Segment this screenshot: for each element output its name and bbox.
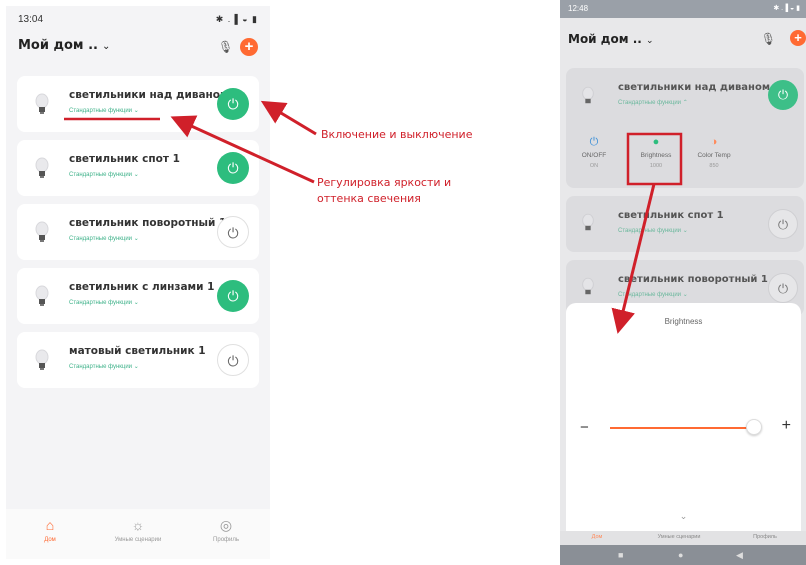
annotation-brightness-line2: оттенка свечения (317, 192, 421, 205)
bulb-icon (35, 221, 49, 242)
bulb-icon (582, 277, 594, 295)
control-value: 1000 (649, 163, 663, 169)
brightness-sheet: Brightness − + ⌄ (566, 303, 801, 531)
standard-functions-link[interactable]: Стандартные функции ⌄ (618, 227, 688, 234)
device-card[interactable]: светильник с линзами 1 Стандартные функц… (17, 268, 259, 324)
control-onoff[interactable]: ⏻ ON/OFF ON (564, 136, 624, 169)
arrow-to-power (260, 100, 317, 136)
standard-functions-link[interactable]: Стандартные функции ⌄ (69, 299, 139, 306)
bulb-icon (35, 285, 49, 306)
control-label: Color Temp (697, 152, 731, 159)
device-name: светильник поворотный 1 (618, 274, 768, 285)
chevron-down-icon[interactable]: ⌄ (566, 511, 801, 522)
increase-button[interactable]: + (782, 417, 791, 435)
sun-icon: ☼ (131, 517, 145, 533)
device-card[interactable]: светильники над диваном Стандартные функ… (17, 76, 259, 132)
back-icon[interactable]: ◀ (736, 550, 743, 561)
microphone-icon[interactable]: 🎙 (218, 40, 233, 54)
bottom-tab-bar: ⌂ Дом ☼ Умные сценарии ◎ Профиль (6, 509, 270, 559)
recents-icon[interactable]: ■ (618, 550, 623, 560)
add-device-button[interactable]: + (240, 38, 258, 56)
device-name: светильники над диваном (69, 89, 229, 101)
control-brightness[interactable]: ● Brightness 1000 (626, 136, 686, 169)
home-title: Мой дом .. (568, 32, 642, 46)
home-nav-icon[interactable]: ● (678, 550, 683, 560)
power-button[interactable]: ⏻ (768, 209, 798, 239)
bulb-icon (582, 86, 594, 104)
status-bar: 13:04 ✱ .▐ ◒ ▮ (18, 14, 258, 28)
device-name: светильники над диваном (618, 82, 771, 93)
standard-functions-link[interactable]: Стандартные функции ⌃ (618, 99, 688, 106)
power-button[interactable]: ⏻ (217, 88, 249, 120)
device-name: матовый светильник 1 (69, 345, 206, 357)
standard-functions-link[interactable]: Стандартные функции ⌄ (69, 107, 139, 114)
power-icon: ⏻ (589, 136, 599, 148)
annotation-power: Включение и выключение (321, 128, 473, 141)
tab-smart-scenarios[interactable]: ☼ Умные сценарии (108, 517, 168, 543)
home-icon: ⌂ (45, 517, 55, 533)
chevron-down-icon: ⌄ (646, 36, 654, 46)
standard-functions-link[interactable]: Стандартные функции ⌄ (69, 235, 139, 242)
power-button[interactable]: ⏻ (768, 273, 798, 303)
status-time: 12:48 (568, 4, 589, 13)
sheet-title: Brightness (664, 317, 703, 326)
power-button[interactable]: ⏻ (768, 80, 798, 110)
bulb-icon (35, 349, 49, 370)
device-card[interactable]: матовый светильник 1 Стандартные функции… (17, 332, 259, 388)
device-card-expanded[interactable]: светильники над диваном Стандартные функ… (566, 68, 804, 188)
tab-smart-scenarios[interactable]: Умные сценарии (644, 534, 714, 540)
bulb-icon (582, 213, 594, 231)
tab-home[interactable]: Дом (562, 534, 632, 540)
dot-icon: ● (652, 136, 660, 148)
tab-label: Дом (44, 537, 56, 543)
home-selector[interactable]: Мой дом .. ⌄ (568, 32, 654, 46)
standard-functions-link[interactable]: Стандартные функции ⌄ (69, 363, 139, 370)
status-bar: 12:48 ✱ .▐ ◒ ▮ (560, 0, 806, 18)
bulb-icon (35, 157, 49, 178)
chevron-down-icon: ⌄ (101, 41, 111, 52)
decrease-button[interactable]: − (580, 419, 589, 436)
profile-icon: ◎ (219, 517, 233, 533)
device-name: светильник с линзами 1 (69, 281, 215, 293)
tab-profile[interactable]: ◎ Профиль (196, 517, 256, 543)
control-label: ON/OFF (581, 152, 607, 159)
power-button[interactable]: ⏻ (217, 280, 249, 312)
screenshot-stage: 13:04 ✱ .▐ ◒ ▮ Мой дом .. ⌄ 🎙 + светильни… (0, 0, 806, 565)
control-value: ON (589, 163, 599, 169)
device-name: светильник спот 1 (618, 210, 724, 221)
control-color-temp[interactable]: ◑ Color Temp 850 (684, 136, 744, 169)
tab-home[interactable]: ⌂ Дом (20, 517, 80, 543)
half-circle-icon: ◑ (710, 136, 718, 148)
home-selector[interactable]: Мой дом .. ⌄ (18, 38, 110, 53)
right-phone-screen: 12:48 ✱ .▐ ◒ ▮ Мой дом .. ⌄ 🎙 + светильн… (560, 0, 806, 565)
power-button[interactable]: ⏻ (217, 152, 249, 184)
control-label: Brightness (640, 152, 672, 159)
home-title: Мой дом .. (18, 38, 98, 53)
slider-knob[interactable] (746, 419, 762, 435)
tab-label: Умные сценарии (114, 537, 162, 543)
add-device-button[interactable]: + (790, 30, 806, 46)
status-icons: ✱ .▐ ◒ ▮ (215, 14, 258, 24)
android-nav-bar: ■ ● ◀ (560, 545, 806, 565)
device-name: светильник спот 1 (69, 153, 180, 165)
annotation-brightness-line1: Регулировка яркости и (317, 176, 452, 189)
device-card[interactable]: светильник спот 1 Стандартные функции ⌄ … (566, 196, 804, 252)
microphone-icon[interactable]: 🎙 (761, 32, 776, 46)
control-value: 850 (709, 163, 719, 169)
tab-label: Профиль (213, 537, 239, 543)
device-card[interactable]: светильник поворотный 1 Стандартные функ… (17, 204, 259, 260)
status-time: 13:04 (18, 14, 44, 25)
bulb-icon (35, 93, 49, 114)
power-button[interactable]: ⏻ (217, 344, 249, 376)
device-card[interactable]: светильник спот 1 Стандартные функции ⌄ … (17, 140, 259, 196)
slider-track[interactable] (610, 427, 754, 429)
power-button[interactable]: ⏻ (217, 216, 249, 248)
standard-functions-link[interactable]: Стандартные функции ⌄ (618, 291, 688, 298)
left-phone-screen: 13:04 ✱ .▐ ◒ ▮ Мой дом .. ⌄ 🎙 + светильни… (6, 6, 270, 559)
standard-functions-link[interactable]: Стандартные функции ⌄ (69, 171, 139, 178)
tab-profile[interactable]: Профиль (730, 534, 800, 540)
bottom-tab-bar: Дом Умные сценарии Профиль (560, 531, 806, 545)
status-icons: ✱ .▐ ◒ ▮ (773, 5, 800, 12)
device-name: светильник поворотный 1 (69, 217, 227, 229)
